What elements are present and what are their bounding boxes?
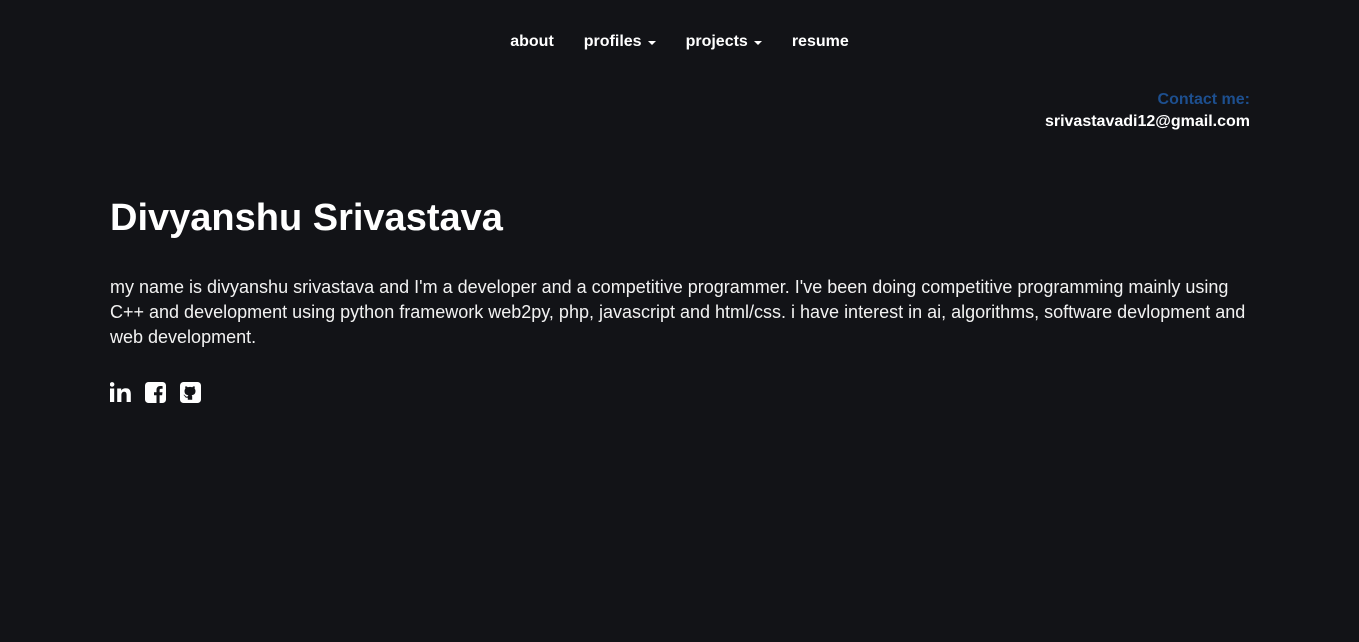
nav-menu: about profiles projects resume — [510, 33, 849, 51]
facebook-icon — [145, 381, 166, 403]
linkedin-link[interactable] — [110, 381, 131, 403]
social-links — [110, 381, 201, 403]
bio-text: my name is divyanshu srivastava and I'm … — [110, 277, 1246, 347]
nav-item-projects[interactable]: projects — [686, 33, 762, 51]
caret-down-icon — [753, 41, 762, 45]
contact-label: Contact me: — [1157, 91, 1250, 108]
linkedin-icon — [110, 382, 131, 402]
nav-item-label: projects — [685, 33, 748, 50]
nav-item-resume[interactable]: resume — [792, 33, 849, 51]
top-nav: about profiles projects resume — [0, 0, 1359, 84]
contact-email-link[interactable]: srivastavadi12@gmail.com — [1045, 111, 1250, 133]
nav-item-label: about — [510, 33, 554, 50]
nav-item-profiles[interactable]: profiles — [584, 33, 656, 51]
contact-block: Contact me: srivastavadi12@gmail.com — [1045, 89, 1250, 133]
caret-down-icon — [647, 41, 656, 45]
nav-item-about[interactable]: about — [510, 33, 554, 51]
github-link[interactable] — [180, 381, 201, 403]
nav-item-label: profiles — [583, 33, 642, 50]
nav-item-label: resume — [791, 33, 849, 50]
github-icon — [180, 381, 201, 403]
page-title: Divyanshu Srivastava — [110, 197, 503, 239]
facebook-link[interactable] — [145, 381, 166, 403]
